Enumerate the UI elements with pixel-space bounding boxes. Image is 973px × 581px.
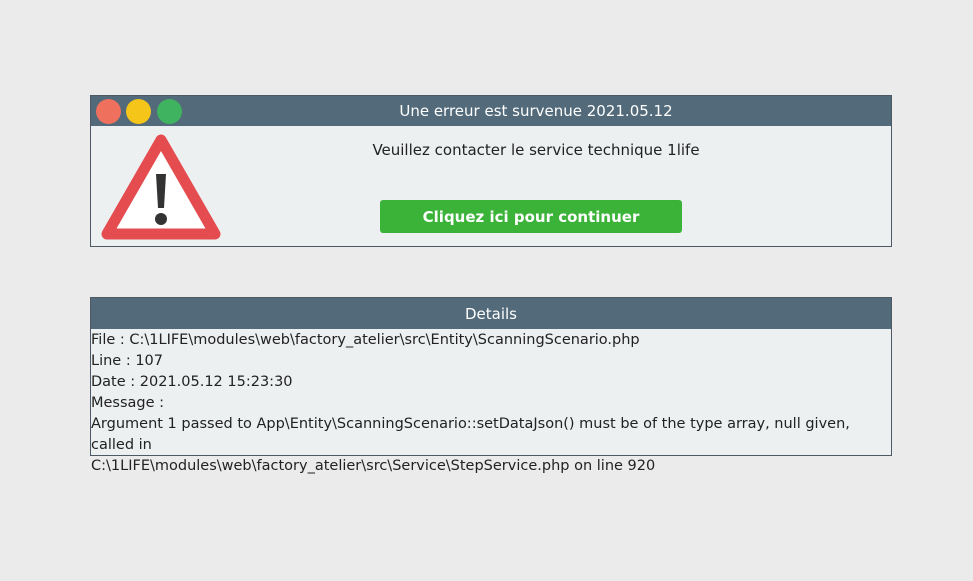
error-message: Veuillez contacter le service technique … — [372, 141, 700, 159]
continue-button[interactable]: Cliquez ici pour continuer — [380, 200, 682, 233]
details-message-label: Message : — [91, 395, 165, 411]
details-panel: Details File : C:\1LIFE\modules\web\fact… — [90, 297, 892, 474]
details-line: Line : 107 — [91, 353, 163, 369]
error-dialog: Une erreur est survenue 2021.05.12 Veuil… — [90, 95, 892, 247]
details-body: File : C:\1LIFE\modules\web\factory_atel… — [91, 329, 891, 477]
details-file: File : C:\1LIFE\modules\web\factory_atel… — [91, 332, 640, 348]
details-message-line-1: Argument 1 passed to App\Entity\Scanning… — [91, 416, 850, 453]
dialog-title: Une erreur est survenue 2021.05.12 — [399, 102, 673, 120]
details-date: Date : 2021.05.12 15:23:30 — [91, 374, 293, 390]
details-header: Details — [91, 298, 891, 329]
details-message-line-2: C:\1LIFE\modules\web\factory_atelier\src… — [91, 458, 656, 474]
dialog-titlebar: Une erreur est survenue 2021.05.12 — [91, 96, 891, 126]
